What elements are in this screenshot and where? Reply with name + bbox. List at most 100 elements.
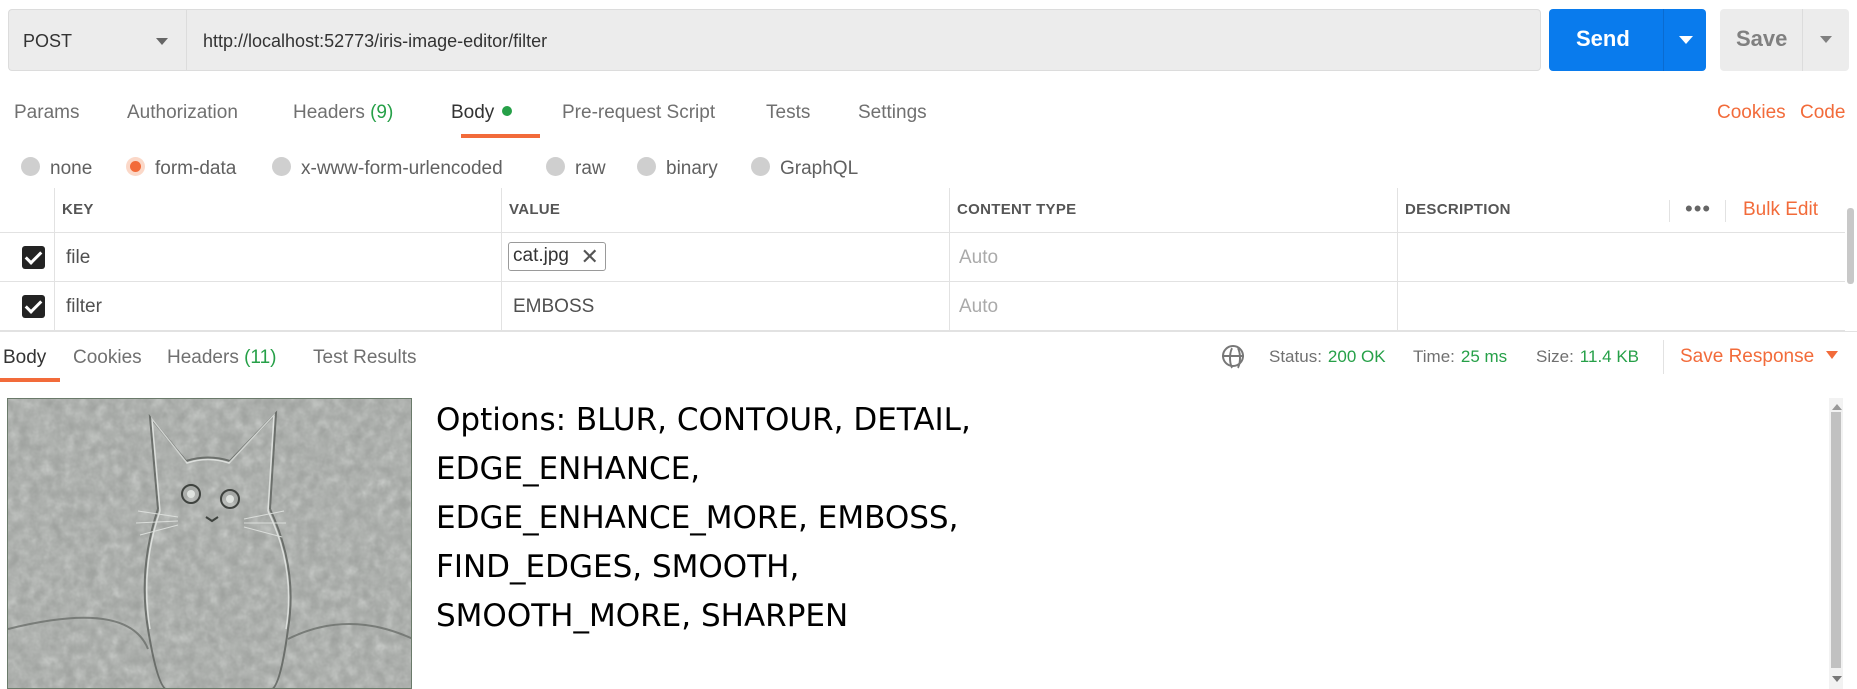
- tab-test-results[interactable]: Test Results: [313, 347, 416, 369]
- key-cell[interactable]: filter: [66, 296, 102, 318]
- cookies-link[interactable]: Cookies: [1717, 102, 1786, 124]
- tab-label: Tests: [766, 102, 811, 123]
- radio-form-data[interactable]: form-data: [126, 157, 236, 180]
- tab-headers[interactable]: Headers (9): [293, 102, 393, 124]
- radio-none[interactable]: none: [21, 157, 92, 180]
- options-line: Options: BLUR, CONTOUR, DETAIL,: [436, 402, 971, 438]
- globe-icon[interactable]: [1222, 345, 1244, 371]
- radio-label: binary: [666, 158, 718, 179]
- scrollbar-thumb[interactable]: [1831, 412, 1841, 668]
- send-options-button[interactable]: [1663, 9, 1706, 71]
- tab-label: Body: [451, 102, 495, 123]
- radio-circle-icon: [546, 157, 565, 176]
- radio-label: form-data: [155, 158, 237, 179]
- body-type-radio-group: none form-data x-www-form-urlencoded raw…: [0, 153, 1000, 187]
- tab-label: Pre-request Script: [562, 102, 716, 123]
- more-options-icon[interactable]: •••: [1685, 196, 1711, 222]
- file-name: cat.jpg: [513, 245, 569, 266]
- save-response-label: Save Response: [1680, 346, 1815, 367]
- radio-label: GraphQL: [780, 158, 859, 179]
- options-text: Options: BLUR, CONTOUR, DETAIL, EDGE_ENH…: [436, 396, 1036, 641]
- scroll-down-arrow-icon[interactable]: [1832, 676, 1842, 682]
- tab-settings[interactable]: Settings: [858, 102, 927, 124]
- radio-binary[interactable]: binary: [637, 157, 718, 180]
- size-label: Size:: [1536, 347, 1574, 366]
- tab-label: Settings: [858, 102, 927, 123]
- bulk-edit-link[interactable]: Bulk Edit: [1743, 199, 1818, 221]
- save-options-button[interactable]: [1802, 9, 1849, 71]
- embossed-cat-image: [7, 398, 412, 689]
- method-label: POST: [23, 31, 73, 51]
- active-tab-underline: [461, 134, 540, 138]
- response-tabs: Body Cookies Headers (11) Test Results S…: [0, 332, 1857, 382]
- content-type-cell[interactable]: Auto: [959, 247, 998, 269]
- response-body: Options: BLUR, CONTOUR, DETAIL, EDGE_ENH…: [0, 390, 1857, 689]
- tab-params[interactable]: Params: [14, 102, 79, 124]
- close-icon[interactable]: ✕: [581, 244, 599, 270]
- status-readout: Status: 200 OK: [1269, 347, 1386, 367]
- tab-body[interactable]: Body: [451, 102, 513, 124]
- value-cell[interactable]: EMBOSS: [513, 296, 594, 318]
- save-response-button[interactable]: Save Response: [1680, 346, 1839, 368]
- table-row: filter EMBOSS Auto: [0, 283, 1845, 331]
- tab-response-body[interactable]: Body: [3, 347, 46, 369]
- status-value: 200 OK: [1327, 347, 1386, 366]
- tab-response-headers[interactable]: Headers (11): [167, 347, 277, 369]
- row-checkbox[interactable]: [22, 295, 45, 318]
- tab-tests[interactable]: Tests: [766, 102, 810, 124]
- send-button[interactable]: Send: [1549, 9, 1663, 71]
- status-label: Status:: [1269, 347, 1322, 366]
- size-value: 11.4 KB: [1579, 347, 1640, 366]
- save-button[interactable]: Save: [1720, 9, 1802, 71]
- code-link[interactable]: Code: [1800, 102, 1845, 124]
- file-chip[interactable]: cat.jpg ✕: [508, 242, 606, 271]
- radio-x-www-form-urlencoded[interactable]: x-www-form-urlencoded: [272, 157, 503, 180]
- chevron-down-icon: [1826, 351, 1839, 359]
- size-readout: Size: 11.4 KB: [1536, 347, 1639, 367]
- body-indicator-dot-icon: [502, 106, 513, 116]
- radio-circle-icon: [637, 157, 656, 176]
- url-input[interactable]: http://localhost:52773/iris-image-editor…: [186, 9, 1541, 71]
- tab-label: Headers: [293, 102, 365, 123]
- column-divider: [1725, 200, 1726, 222]
- radio-label: x-www-form-urlencoded: [301, 158, 503, 179]
- radio-label: raw: [575, 158, 606, 179]
- options-line: SMOOTH_MORE, SHARPEN: [436, 598, 849, 634]
- time-label: Time:: [1413, 347, 1455, 366]
- active-tab-underline: [0, 378, 60, 382]
- headers-count: (9): [370, 102, 394, 123]
- time-value: 25 ms: [1460, 347, 1508, 366]
- request-tabs: Params Authorization Headers (9) Body Pr…: [0, 92, 1857, 140]
- options-line: EDGE_ENHANCE,: [436, 451, 701, 487]
- radio-selected-icon: [126, 157, 145, 176]
- column-divider: [1669, 200, 1670, 222]
- scroll-up-arrow-icon[interactable]: [1832, 404, 1842, 410]
- tab-response-cookies[interactable]: Cookies: [73, 347, 142, 369]
- method-select[interactable]: POST: [8, 9, 186, 71]
- chevron-down-icon: [156, 38, 168, 45]
- radio-label: none: [50, 158, 93, 179]
- tab-authorization[interactable]: Authorization: [127, 102, 238, 124]
- column-header-value: VALUE: [509, 201, 561, 218]
- content-type-cell[interactable]: Auto: [959, 296, 998, 318]
- options-line: FIND_EDGES, SMOOTH,: [436, 549, 800, 585]
- row-checkbox[interactable]: [22, 246, 45, 269]
- table-row: file cat.jpg ✕ Auto: [0, 234, 1845, 282]
- table-header: KEY VALUE CONTENT TYPE DESCRIPTION ••• B…: [0, 188, 1845, 233]
- chevron-down-icon: [1820, 36, 1832, 43]
- column-header-content-type: CONTENT TYPE: [957, 201, 1077, 218]
- time-readout: Time: 25 ms: [1413, 347, 1507, 367]
- radio-graphql[interactable]: GraphQL: [751, 157, 858, 180]
- key-cell[interactable]: file: [66, 247, 90, 269]
- table-scrollbar[interactable]: [1847, 208, 1854, 284]
- radio-circle-icon: [272, 157, 291, 176]
- column-header-description: DESCRIPTION: [1405, 201, 1511, 218]
- radio-circle-icon: [21, 157, 40, 176]
- headers-count: (11): [244, 347, 277, 368]
- options-line: EDGE_ENHANCE_MORE, EMBOSS,: [436, 500, 959, 536]
- radio-raw[interactable]: raw: [546, 157, 606, 180]
- tab-label: Authorization: [127, 102, 238, 123]
- chevron-down-icon: [1679, 36, 1693, 44]
- tab-pre-request-script[interactable]: Pre-request Script: [562, 102, 715, 124]
- form-data-table: KEY VALUE CONTENT TYPE DESCRIPTION ••• B…: [0, 188, 1857, 331]
